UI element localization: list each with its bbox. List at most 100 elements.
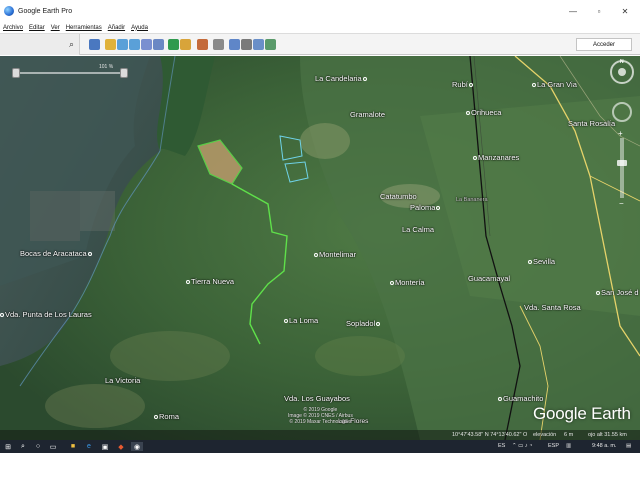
place-marker-icon: [390, 281, 394, 286]
google-earth-taskbar-button[interactable]: ◉: [131, 442, 143, 451]
slider-knob-right[interactable]: [120, 68, 128, 78]
place-guamachito[interactable]: Guamachito: [498, 394, 543, 403]
place-la-victoria[interactable]: La Victoria: [105, 376, 140, 385]
place-sopladol[interactable]: Sopladol: [346, 319, 381, 328]
slider-value: 101 %: [99, 64, 114, 70]
place-santa-rosa[interactable]: Vda. Santa Rosa: [524, 303, 581, 312]
image-overlay-icon[interactable]: [141, 39, 152, 50]
map-viewport[interactable]: 101 % N + − La Candelaria Rubí La Gran V…: [0, 56, 640, 440]
place-marker-icon: [314, 253, 318, 258]
add-path-icon[interactable]: [129, 39, 140, 50]
place-marker-icon: [154, 415, 158, 420]
signin-button[interactable]: Acceder: [576, 38, 632, 51]
edge-icon: e: [87, 443, 91, 450]
title-bar: Google Earth Pro — ▫ ✕: [0, 0, 640, 22]
zoom-knob[interactable]: [617, 160, 627, 166]
place-paloma[interactable]: Paloma: [410, 203, 441, 212]
view-in-maps-icon[interactable]: [265, 39, 276, 50]
zoom-in-icon[interactable]: +: [618, 129, 623, 138]
menu-ver[interactable]: Ver: [51, 25, 60, 31]
app-button[interactable]: ◆: [116, 442, 126, 451]
menu-archivo[interactable]: Archivo: [3, 25, 23, 31]
place-santa-rosalia[interactable]: Santa Rosalía: [568, 119, 615, 128]
status-bar: 10°47'43.58" N 74°13'40.62" O elevación …: [0, 430, 640, 440]
add-polygon-icon[interactable]: [117, 39, 128, 50]
place-orihueca[interactable]: Orihueca: [466, 108, 501, 117]
place-bocas-de-aracataca[interactable]: Bocas de Aracataca: [20, 249, 92, 258]
place-la-bananera[interactable]: La Bananera: [456, 197, 488, 203]
zoom-out-icon[interactable]: −: [619, 199, 624, 208]
zoom-slider[interactable]: 101 %: [10, 64, 130, 78]
maximize-icon: ▫: [597, 6, 601, 16]
sidebar-toggle-icon[interactable]: [89, 39, 100, 50]
place-marker-icon: [473, 156, 477, 161]
elevation-value: 6 m: [564, 432, 574, 438]
print-icon[interactable]: [241, 39, 252, 50]
place-san-jose[interactable]: San José d: [596, 288, 639, 297]
place-guacamayal[interactable]: Guacamayal: [468, 274, 510, 283]
place-gramalote[interactable]: Gramalote: [350, 110, 385, 119]
notifications-icon[interactable]: ▤: [626, 443, 631, 449]
place-catatumbo[interactable]: Catatumbo: [380, 192, 417, 201]
file-explorer-button[interactable]: ■: [68, 442, 78, 451]
menu-editar[interactable]: Editar: [29, 25, 45, 31]
search-panel-header: ⌕: [0, 34, 80, 55]
input-language[interactable]: ESP: [548, 443, 559, 449]
folder-icon: ■: [70, 443, 76, 450]
task-view-button[interactable]: ▭: [48, 442, 58, 451]
historical-imagery-icon[interactable]: [168, 39, 179, 50]
start-button[interactable]: ⊞: [3, 442, 13, 451]
place-rubi[interactable]: Rubí: [452, 80, 473, 89]
place-la-loma[interactable]: La Loma: [284, 316, 318, 325]
record-tour-icon[interactable]: [153, 39, 164, 50]
compass-control[interactable]: N: [610, 59, 634, 84]
eye-altitude: ojo alt 31.55 km: [588, 432, 627, 438]
add-placemark-icon[interactable]: [105, 39, 116, 50]
place-los-guayabos[interactable]: Vda. Los Guayabos: [284, 394, 350, 403]
close-icon: ✕: [621, 6, 629, 16]
slider-track: [14, 72, 126, 74]
clock[interactable]: 9:48 a. m.: [592, 443, 616, 449]
menu-herramientas[interactable]: Herramientas: [66, 25, 102, 31]
slider-knob-left[interactable]: [12, 68, 20, 78]
save-image-icon[interactable]: [253, 39, 264, 50]
place-la-candelaria[interactable]: La Candelaria: [315, 74, 367, 83]
email-icon[interactable]: [229, 39, 240, 50]
close-button[interactable]: ✕: [612, 0, 638, 22]
cortana-button[interactable]: ○: [33, 442, 43, 451]
place-marker-icon: [468, 83, 473, 88]
place-la-calma[interactable]: La Calma: [402, 225, 434, 234]
search-taskbar-button[interactable]: ⌕: [18, 442, 28, 451]
place-montelimar[interactable]: Montelimar: [314, 250, 356, 259]
north-indicator: N: [620, 59, 624, 65]
task-view-icon: ▭: [49, 443, 57, 451]
menu-ayuda[interactable]: Ayuda: [131, 25, 148, 31]
minimize-button[interactable]: —: [560, 0, 586, 22]
maximize-button[interactable]: ▫: [586, 0, 612, 22]
place-marker-icon: [436, 206, 441, 211]
place-punta-de-los-lauras[interactable]: Vda. Punta de Los Lauras: [0, 310, 92, 319]
sunlight-icon[interactable]: [180, 39, 191, 50]
place-manzanares[interactable]: Manzanares: [473, 153, 519, 162]
place-roma[interactable]: Roma: [154, 412, 179, 421]
window-title: Google Earth Pro: [18, 7, 73, 15]
place-marker-icon: [0, 313, 4, 318]
store-button[interactable]: ▣: [100, 442, 110, 451]
tray-language[interactable]: ES: [498, 443, 505, 449]
edge-button[interactable]: e: [84, 442, 94, 451]
tray-icons[interactable]: ⌃ ▭ ♪ ◔: [512, 443, 532, 449]
place-marker-icon: [376, 322, 381, 327]
planets-icon[interactable]: [197, 39, 208, 50]
zoom-control[interactable]: + −: [617, 129, 627, 208]
ruler-icon[interactable]: [213, 39, 224, 50]
place-monteria[interactable]: Montería: [390, 278, 425, 287]
google-earth-window: Google Earth Pro — ▫ ✕ Archivo Editar Ve…: [0, 0, 640, 480]
place-la-gran-via[interactable]: La Gran Via: [532, 80, 577, 89]
menu-anadir[interactable]: Añadir: [108, 25, 125, 31]
navigation-controls: N + −: [607, 59, 637, 210]
place-tierra-nueva[interactable]: Tierra Nueva: [186, 277, 234, 286]
network-icon[interactable]: ▥: [566, 443, 571, 449]
place-sevilla[interactable]: Sevilla: [528, 257, 555, 266]
place-marker-icon: [362, 77, 367, 82]
search-icon[interactable]: ⌕: [66, 39, 77, 50]
